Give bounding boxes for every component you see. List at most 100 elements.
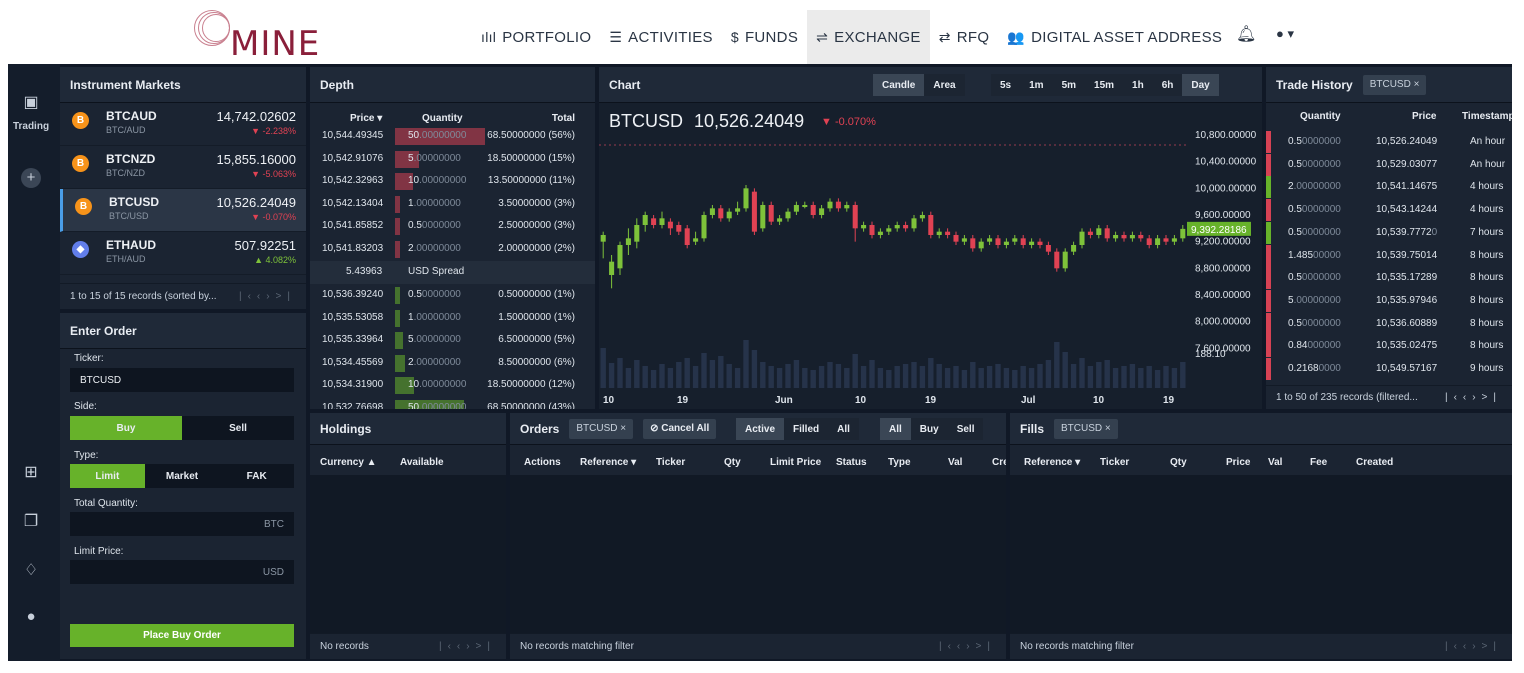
status-filled-button[interactable]: Filled (784, 418, 829, 440)
candle[interactable] (886, 228, 892, 232)
place-order-button[interactable]: Place Buy Order (70, 624, 294, 647)
filter-tag[interactable]: BTCUSD × (569, 418, 634, 439)
timestamp-column-header[interactable]: Timestamp (1462, 111, 1512, 122)
fills-column-header[interactable]: Val (1268, 457, 1282, 468)
bid-row[interactable]: 10,534.31900 10.00000000 18.50000000 (12%) (310, 374, 595, 397)
candle[interactable] (1121, 235, 1127, 239)
bid-row[interactable]: 10,535.33964 5.00000000 6.50000000 (5%) (310, 329, 595, 352)
candle-button[interactable]: Candle (873, 74, 925, 96)
candle[interactable] (785, 211, 791, 219)
side-sell-button[interactable]: Sell (947, 418, 984, 440)
candle[interactable] (600, 235, 606, 242)
instrument-row[interactable]: B BTCAUD BTC/AUD 14,742.02602 ▼ -2.238% (60, 103, 306, 146)
currency-column-header[interactable]: Currency ▲ (320, 457, 377, 468)
orders-column-header[interactable]: Cre (992, 457, 1006, 468)
trade-row[interactable]: 2.00000000 10,541.14675 4 hours (1266, 176, 1512, 199)
candle[interactable] (676, 225, 682, 232)
interval-6h-button[interactable]: 6h (1152, 74, 1183, 96)
candle[interactable] (793, 205, 799, 212)
fills-column-header[interactable]: Created (1356, 457, 1393, 468)
candle[interactable] (617, 245, 623, 269)
orders-column-header[interactable]: Status (836, 457, 867, 468)
candle[interactable] (1062, 251, 1068, 269)
fills-column-header[interactable]: Fee (1310, 457, 1327, 468)
candle[interactable] (819, 208, 825, 215)
candle[interactable] (911, 218, 917, 229)
ask-row[interactable]: 10,541.83203 2.00000000 2.00000000 (2%) (310, 238, 595, 261)
fills-column-header[interactable]: Qty (1170, 457, 1187, 468)
candle[interactable] (936, 231, 942, 235)
bell-icon[interactable]: ♢ (8, 560, 54, 580)
limit-price-input[interactable]: USD (70, 560, 294, 584)
bid-row[interactable]: 10,535.53058 1.00000000 1.50000000 (1%) (310, 307, 595, 330)
pager[interactable]: |‹‹›>| (1445, 392, 1502, 403)
side-buy-button[interactable]: Buy (910, 418, 948, 440)
fills-column-header[interactable]: Ticker (1100, 457, 1129, 468)
candle[interactable] (894, 225, 900, 229)
candle[interactable] (919, 215, 925, 219)
candle[interactable] (961, 238, 967, 242)
interval-1h-button[interactable]: 1h (1123, 74, 1153, 96)
interval-1m-button[interactable]: 1m (1020, 74, 1053, 96)
mine-logo[interactable]: MINE (192, 8, 332, 64)
candle[interactable] (667, 221, 673, 229)
instrument-row[interactable]: B BTCUSD BTC/USD 10,526.24049 ▼ -0.070% (60, 189, 306, 232)
candle[interactable] (1037, 241, 1043, 245)
trade-row[interactable]: 5.00000000 10,535.97946 8 hours (1266, 289, 1512, 312)
candle[interactable] (1012, 238, 1018, 242)
pager[interactable]: |‹‹›>| (239, 291, 296, 302)
nav-exchange[interactable]: ⇌ EXCHANGE (807, 10, 930, 64)
candlestick-chart[interactable]: 10,800.00000 10,400.00000 10,000.00000 9,60… (599, 103, 1262, 409)
pager[interactable]: |‹‹›>| (1445, 641, 1502, 652)
trade-row[interactable]: 0.84000000 10,535.02475 8 hours (1266, 335, 1512, 358)
bid-row[interactable]: 10,532.76698 50.00000000 68.50000000 (43%) (310, 397, 595, 409)
trade-row[interactable]: 0.50000000 10,529.03077 An hour (1266, 153, 1512, 176)
candle[interactable] (1146, 238, 1152, 245)
candle[interactable] (1054, 251, 1060, 269)
user-menu[interactable]: ● ▾ (1276, 26, 1294, 42)
candle[interactable] (835, 201, 841, 209)
trade-row[interactable]: 0.21680000 10,549.57167 9 hours (1266, 358, 1512, 380)
candle[interactable] (852, 205, 858, 229)
add-icon[interactable]: + (21, 168, 41, 188)
candle[interactable] (877, 231, 883, 235)
interval-day-button[interactable]: Day (1182, 74, 1219, 96)
candle[interactable] (987, 238, 993, 242)
trade-row[interactable]: 0.50000000 10,543.14244 4 hours (1266, 199, 1512, 222)
candle[interactable] (634, 225, 640, 242)
candle[interactable] (903, 225, 909, 229)
candle[interactable] (802, 205, 808, 207)
candle[interactable] (1155, 238, 1161, 245)
candle[interactable] (970, 238, 976, 249)
ask-row[interactable]: 10,542.32963 10.00000000 13.50000000 (11%) (310, 170, 595, 193)
candle[interactable] (810, 205, 816, 215)
candle[interactable] (726, 211, 732, 219)
available-column-header[interactable]: Available (400, 457, 444, 468)
candle[interactable] (1020, 238, 1026, 245)
interval-5m-button[interactable]: 5m (1052, 74, 1086, 96)
candle[interactable] (760, 205, 766, 229)
limit-toggle[interactable]: Limit (70, 464, 145, 488)
instrument-row[interactable]: B BTCNZD BTC/NZD 15,855.16000 ▼ -5.063% (60, 146, 306, 189)
candle[interactable] (953, 235, 959, 242)
candle[interactable] (1079, 231, 1085, 245)
side-all-button[interactable]: All (880, 418, 911, 440)
orders-column-header[interactable]: Reference ▾ (580, 457, 636, 468)
nav-rfq[interactable]: ⇄ RFQ (930, 10, 999, 64)
nav-portfolio[interactable]: ılıl PORTFOLIO (472, 10, 600, 64)
candle[interactable] (651, 218, 657, 225)
interval-5s-button[interactable]: 5s (991, 74, 1021, 96)
ask-row[interactable]: 10,542.91076 5.00000000 18.50000000 (15%) (310, 148, 595, 171)
candle[interactable] (718, 208, 724, 219)
candle[interactable] (709, 208, 715, 215)
fak-toggle[interactable]: FAK (219, 464, 294, 488)
candle[interactable] (995, 238, 1001, 245)
candle[interactable] (1104, 228, 1110, 239)
monitor-icon[interactable]: ▣ (8, 92, 54, 112)
candle[interactable] (693, 238, 699, 242)
candle[interactable] (684, 228, 690, 245)
candle[interactable] (768, 205, 774, 222)
candle[interactable] (1113, 235, 1119, 239)
candle[interactable] (743, 188, 749, 209)
nav-digital-asset-address[interactable]: 👥 DIGITAL ASSET ADDRESS (998, 10, 1231, 64)
